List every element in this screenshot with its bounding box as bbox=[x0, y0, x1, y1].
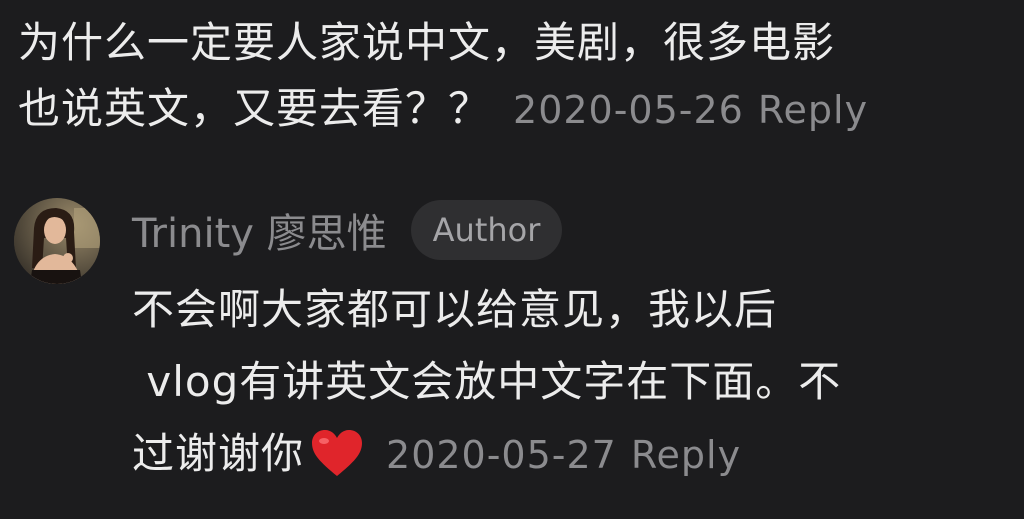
avatar[interactable] bbox=[14, 198, 100, 284]
comment-line-2-text: 也说英文，又要去看？？ bbox=[18, 84, 491, 133]
reply-line-3: 过谢谢你 2020-05-27 Reply bbox=[132, 418, 1012, 491]
reply-text: 不会啊大家都可以给意见，我以后 vlog有讲英文会放中文字在下面。不 过谢谢你 2… bbox=[132, 274, 1012, 491]
comment-line-1: 为什么一定要人家说中文，美剧，很多电影 bbox=[18, 10, 998, 76]
author-row: Trinity 廖思惟 Author bbox=[132, 198, 1012, 262]
reply-content: Trinity 廖思惟 Author 不会啊大家都可以给意见，我以后 vlog有… bbox=[132, 198, 1012, 491]
comment-thread: 为什么一定要人家说中文，美剧，很多电影 也说英文，又要去看？？ 2020-05-2… bbox=[0, 0, 1024, 519]
reply-reply-button[interactable]: Reply bbox=[631, 433, 741, 477]
red-heart-icon bbox=[310, 428, 364, 478]
reply-date: 2020-05-27 bbox=[386, 433, 617, 477]
reply-meta: 2020-05-27 Reply bbox=[386, 433, 741, 477]
comment-reply-button[interactable]: Reply bbox=[758, 88, 868, 132]
reply-line-1: 不会啊大家都可以给意见，我以后 bbox=[132, 274, 1012, 346]
author-name[interactable]: Trinity 廖思惟 bbox=[132, 201, 387, 259]
reply-line-2: vlog有讲英文会放中文字在下面。不 bbox=[132, 346, 1012, 418]
top-comment: 为什么一定要人家说中文，美剧，很多电影 也说英文，又要去看？？ 2020-05-2… bbox=[18, 10, 998, 143]
comment-text: 为什么一定要人家说中文，美剧，很多电影 也说英文，又要去看？？ 2020-05-2… bbox=[18, 10, 998, 143]
comment-line-2: 也说英文，又要去看？？ 2020-05-26 Reply bbox=[18, 76, 998, 143]
reply-line-3-text: 过谢谢你 bbox=[132, 429, 304, 478]
comment-date: 2020-05-26 bbox=[513, 88, 744, 132]
author-badge: Author bbox=[411, 200, 563, 260]
avatar-photo bbox=[14, 198, 100, 284]
comment-meta: 2020-05-26 Reply bbox=[513, 88, 868, 132]
